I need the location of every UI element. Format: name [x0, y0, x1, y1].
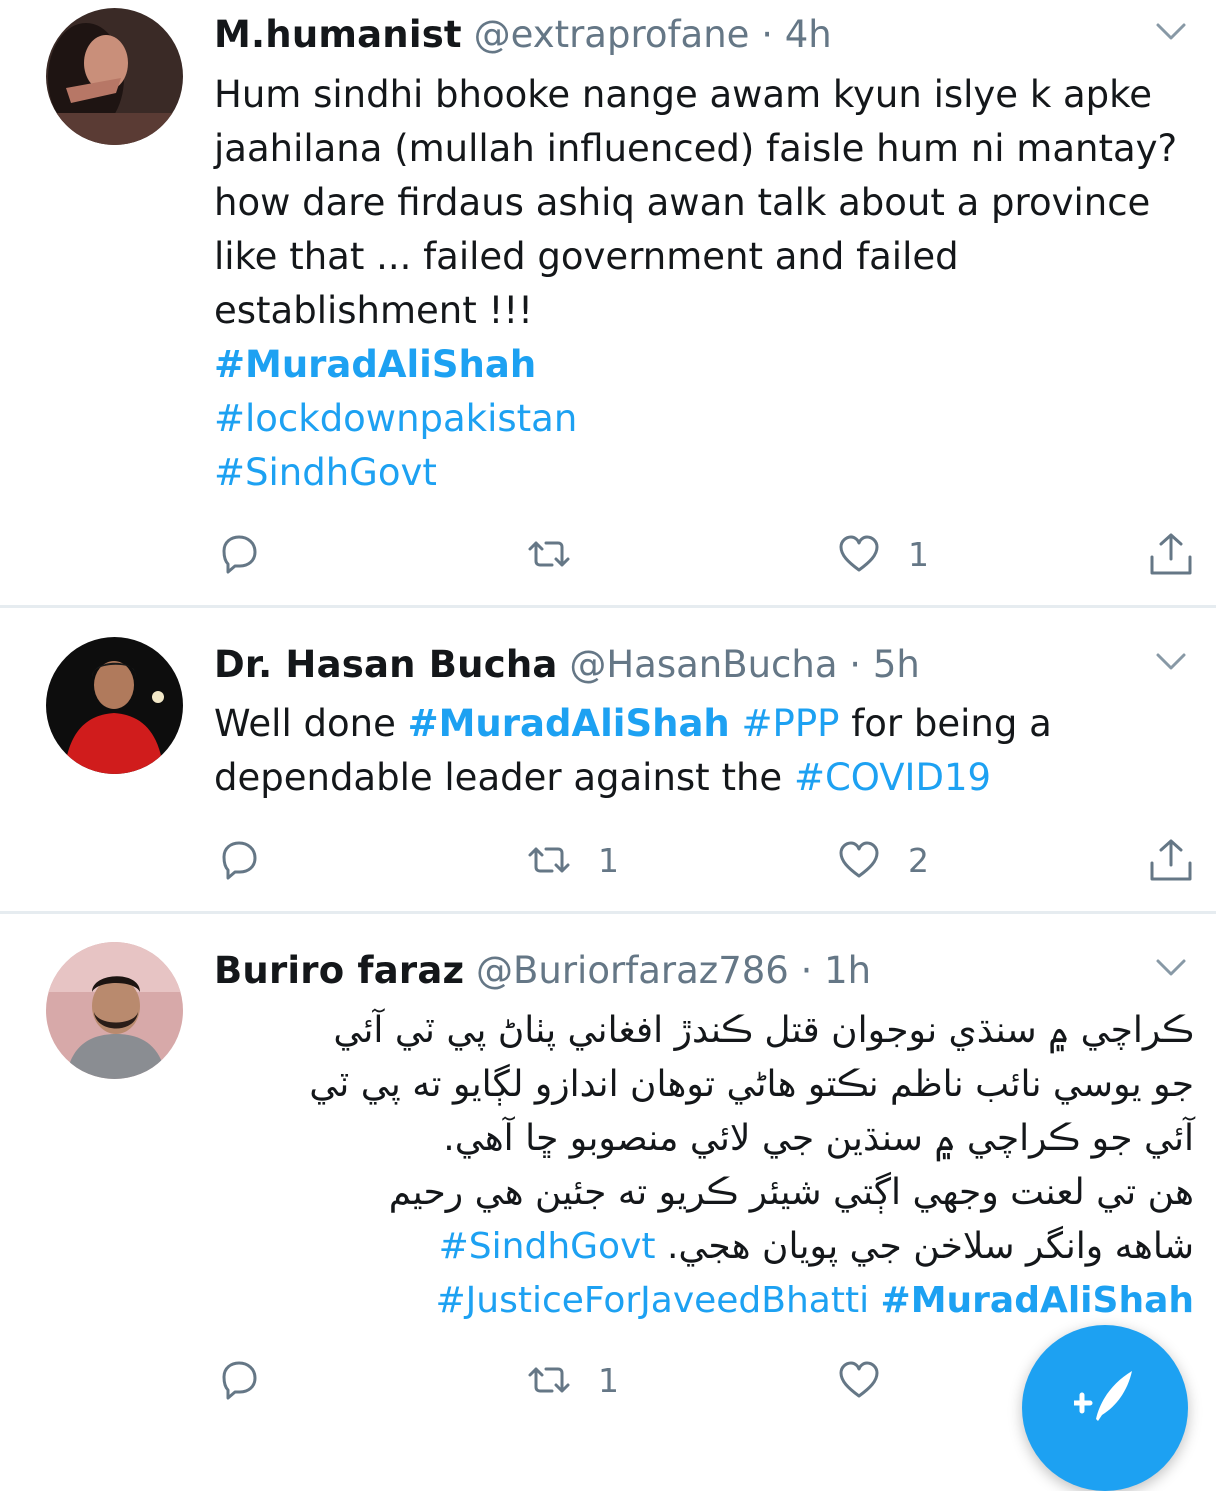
tweet-actions: 1	[0, 524, 1216, 584]
reply-icon	[222, 535, 257, 574]
hashtag-link[interactable]: #COVID19	[794, 756, 991, 799]
share-button[interactable]	[1148, 830, 1194, 890]
retweet-button[interactable]: 1	[526, 1350, 619, 1410]
retweet-icon	[528, 847, 570, 873]
tweet-line: جو يوسي نائب ناظم نڪتو هاڻي توهان اندازو…	[309, 1064, 1194, 1105]
reply-icon	[222, 1361, 257, 1400]
tweet-options-button[interactable]	[1154, 950, 1188, 984]
tweet-line: آئي جو ڪراچي ۾ سنڌين جي لائي منصوبو ڇا آ…	[443, 1118, 1194, 1159]
reply-button[interactable]	[216, 524, 262, 584]
like-button[interactable]	[836, 1350, 882, 1410]
tweet-line: establishment !!!	[214, 289, 534, 332]
tweet-line: شاهه وانگر سلاخن جي پويان هجي.	[666, 1226, 1194, 1267]
reply-icon	[222, 841, 257, 880]
share-icon	[1150, 839, 1192, 881]
tweet-text: Hum sindhi bhooke nange awam kyun islye …	[214, 68, 1194, 500]
author-name[interactable]: Buriro faraz	[214, 949, 464, 992]
chevron-down-icon	[1156, 23, 1186, 40]
hashtag-link[interactable]: #PPP	[742, 702, 840, 745]
tweet-divider	[0, 605, 1216, 608]
author-handle[interactable]: @Buriorfaraz786	[476, 949, 789, 992]
reply-button[interactable]	[216, 830, 262, 890]
tweet-options-button[interactable]	[1154, 644, 1188, 678]
retweet-icon	[528, 541, 570, 567]
hashtag-link[interactable]: #SindhGovt	[214, 451, 437, 494]
tweet-line: how dare firdaus ashiq awan talk about a…	[214, 181, 1151, 224]
separator-dot: ·	[849, 643, 862, 686]
separator-dot: ·	[800, 949, 813, 992]
tweet-line: like that ... failed government and fail…	[214, 235, 959, 278]
share-icon	[1150, 533, 1192, 575]
retweet-count: 1	[598, 1360, 619, 1400]
tweet-divider	[0, 911, 1216, 914]
hashtag-link[interactable]: #JusticeForJaveedBhatti	[435, 1280, 869, 1321]
chevron-down-icon	[1156, 653, 1186, 670]
tweet-text-segment: for being a	[839, 702, 1052, 745]
avatar[interactable]	[46, 637, 183, 774]
like-count: 1	[908, 534, 929, 574]
heart-icon	[839, 1361, 879, 1398]
hashtag-link[interactable]: #MuradAliShah	[881, 1280, 1194, 1321]
tweet-text: Well done #MuradAliShah #PPP for being a…	[214, 697, 1194, 805]
like-button[interactable]: 2	[836, 830, 929, 890]
tweet-text: ڪراچي ۾ سنڌي نوجوان قتل ڪندڙ افغاني پٺاڻ…	[214, 1004, 1194, 1328]
hashtag-link[interactable]: #lockdownpakistan	[214, 397, 577, 440]
tweet-time[interactable]: 1h	[824, 949, 871, 992]
tweet-time[interactable]: 4h	[785, 13, 832, 56]
tweet-actions: 1 2	[0, 830, 1216, 890]
tweet-text-segment: Well done	[214, 702, 408, 745]
avatar[interactable]	[46, 942, 183, 1079]
like-button[interactable]: 1	[836, 524, 929, 584]
avatar[interactable]	[46, 8, 183, 145]
tweet-line: Hum sindhi bhooke nange awam kyun islye …	[214, 73, 1153, 116]
tweet-header: M.humanist @extraprofane · 4h	[214, 10, 832, 60]
author-name[interactable]: M.humanist	[214, 13, 462, 56]
hashtag-link[interactable]: #MuradAliShah	[408, 702, 730, 745]
retweet-button[interactable]: 1	[526, 830, 619, 890]
heart-icon	[839, 535, 879, 572]
tweet-line: هن تي لعنت وجهي اڳتي شيئر ڪريو ته جئين ه…	[388, 1172, 1194, 1213]
separator-dot: ·	[761, 13, 773, 56]
tweet-header: Dr. Hasan Bucha @HasanBucha · 5h	[214, 640, 920, 690]
tweet-options-button[interactable]	[1154, 14, 1188, 48]
retweet-button[interactable]	[526, 524, 598, 584]
author-handle[interactable]: @extraprofane	[474, 13, 750, 56]
heart-icon	[839, 841, 879, 878]
author-handle[interactable]: @HasanBucha	[569, 643, 837, 686]
tweet-time[interactable]: 5h	[873, 643, 920, 686]
hashtag-link[interactable]: #MuradAliShah	[214, 343, 536, 386]
retweet-icon	[528, 1367, 570, 1393]
share-button[interactable]	[1148, 524, 1194, 584]
like-count: 2	[908, 840, 929, 880]
tweet-text-segment: dependable leader against the	[214, 756, 794, 799]
chevron-down-icon	[1156, 959, 1186, 976]
author-name[interactable]: Dr. Hasan Bucha	[214, 643, 558, 686]
hashtag-link[interactable]: #SindhGovt	[439, 1226, 656, 1267]
tweet-header: Buriro faraz @Buriorfaraz786 · 1h	[214, 946, 871, 996]
reply-button[interactable]	[216, 1350, 262, 1410]
tweet-line: ڪراچي ۾ سنڌي نوجوان قتل ڪندڙ افغاني پٺاڻ…	[333, 1010, 1194, 1051]
tweet-line: jaahilana (mullah influenced) faisle hum…	[214, 127, 1178, 170]
compose-tweet-icon	[1074, 1371, 1132, 1421]
compose-tweet-button[interactable]	[1022, 1325, 1188, 1491]
retweet-count: 1	[598, 840, 619, 880]
